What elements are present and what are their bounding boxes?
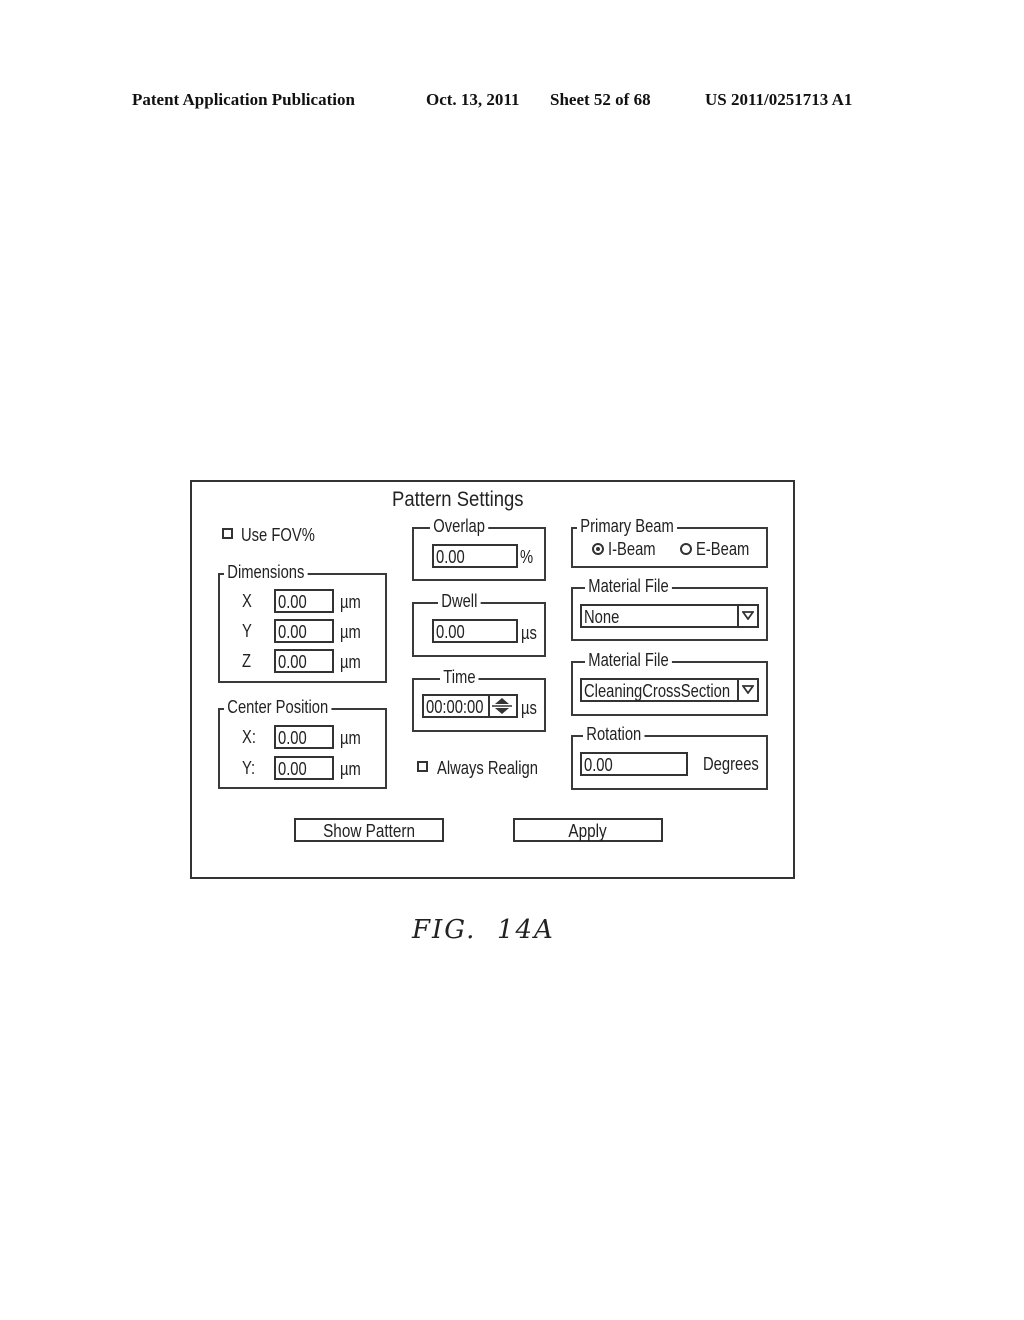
rotation-unit: Degrees (703, 754, 759, 774)
dim-y-unit: µm (340, 622, 361, 642)
show-pattern-label: Show Pattern (323, 821, 415, 841)
dim-y-input[interactable]: 0.00 (274, 619, 334, 643)
time-legend: Time (440, 668, 479, 686)
dimensions-legend: Dimensions (224, 563, 308, 581)
patent-number: US 2011/0251713 A1 (705, 90, 853, 109)
dropdown-button-2[interactable] (737, 680, 757, 700)
dialog-title: Pattern Settings (392, 488, 524, 511)
material-file-value-1: None (584, 607, 620, 627)
time-unit: µs (521, 698, 537, 718)
dim-z-value: 0.00 (278, 652, 307, 672)
dim-x-label: X (242, 591, 252, 611)
dim-z-input[interactable]: 0.00 (274, 649, 334, 673)
center-x-unit: µm (340, 728, 361, 748)
e-beam-radio[interactable] (680, 543, 692, 555)
material-file-value-2: CleaningCrossSection (584, 681, 731, 701)
rotation-input[interactable]: 0.00 (580, 752, 688, 776)
dim-x-unit: µm (340, 592, 361, 612)
use-fov-checkbox[interactable] (222, 528, 233, 539)
i-beam-radio[interactable] (592, 543, 604, 555)
e-beam-label: E-Beam (696, 539, 750, 559)
dim-x-input[interactable]: 0.00 (274, 589, 334, 613)
center-y-value: 0.00 (278, 759, 307, 779)
time-value: 00:00:00 (426, 697, 484, 717)
use-fov-label: Use FOV% (241, 525, 315, 545)
overlap-input[interactable]: 0.00 (432, 544, 518, 568)
center-x-value: 0.00 (278, 728, 307, 748)
apply-label: Apply (568, 821, 608, 841)
sheet-number: Sheet 52 of 68 (550, 90, 651, 109)
center-x-input[interactable]: 0.00 (274, 725, 334, 749)
chevron-down-icon (742, 611, 754, 620)
overlap-unit: % (520, 547, 534, 567)
publication-date: Oct. 13, 2011 (426, 90, 520, 109)
overlap-value: 0.00 (436, 547, 465, 567)
rotation-value: 0.00 (584, 755, 613, 775)
i-beam-label: I-Beam (608, 539, 656, 559)
figure-label: FIG. 14A (412, 915, 555, 945)
always-realign-label: Always Realign (437, 758, 538, 778)
dim-z-label: Z (242, 651, 252, 671)
apply-button[interactable]: Apply (513, 818, 663, 842)
center-y-unit: µm (340, 759, 361, 779)
center-position-legend: Center Position (224, 698, 332, 716)
dwell-unit: µs (521, 623, 537, 643)
rotation-legend: Rotation (583, 725, 645, 743)
dim-y-label: Y (242, 621, 252, 641)
dwell-value: 0.00 (436, 622, 465, 642)
always-realign-checkbox[interactable] (417, 761, 428, 772)
dim-z-unit: µm (340, 652, 361, 672)
time-input[interactable]: 00:00:00 (422, 694, 518, 718)
material-file-select-1[interactable]: None (580, 604, 759, 628)
radio-selected-dot (596, 547, 600, 551)
dwell-legend: Dwell (438, 592, 481, 610)
material-file-legend-1: Material File (585, 577, 672, 595)
material-file-select-2[interactable]: CleaningCrossSection (580, 678, 759, 702)
spinner-up-down-icon (492, 698, 512, 714)
material-file-legend-2: Material File (585, 651, 672, 669)
center-x-label: X: (242, 727, 256, 747)
center-y-label: Y: (242, 758, 256, 778)
dwell-input[interactable]: 0.00 (432, 619, 518, 643)
overlap-legend: Overlap (430, 517, 489, 535)
show-pattern-button[interactable]: Show Pattern (294, 818, 444, 842)
dim-x-value: 0.00 (278, 592, 307, 612)
center-y-input[interactable]: 0.00 (274, 756, 334, 780)
time-spinner[interactable] (488, 696, 516, 716)
publication-label: Patent Application Publication (132, 90, 355, 109)
dim-y-value: 0.00 (278, 622, 307, 642)
chevron-down-icon (742, 685, 754, 694)
primary-beam-legend: Primary Beam (577, 517, 678, 535)
dropdown-button-1[interactable] (737, 606, 757, 626)
